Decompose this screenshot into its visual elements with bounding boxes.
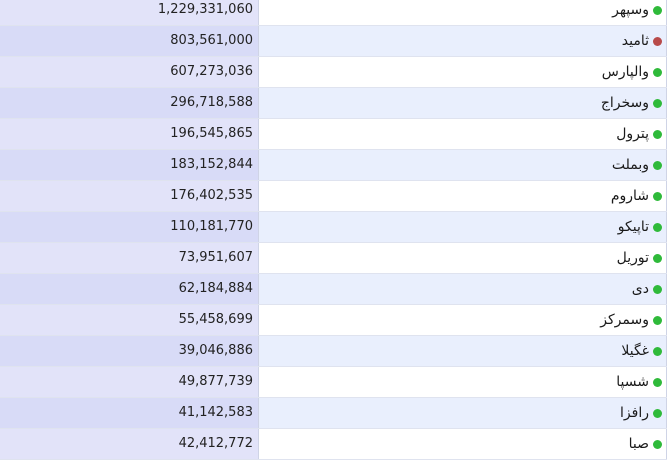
status-dot-icon	[653, 5, 662, 15]
status-dot-icon	[653, 346, 662, 356]
symbol-cell[interactable]: رافزا	[258, 398, 667, 428]
table-row[interactable]: 41,142,583 رافزا	[0, 398, 667, 429]
status-dot-icon	[653, 377, 662, 387]
symbol-name[interactable]: دی	[632, 281, 649, 297]
symbol-name[interactable]: غگیلا	[621, 343, 649, 359]
table-row[interactable]: 73,951,607 توریل	[0, 243, 667, 274]
symbol-name[interactable]: تاپیکو	[618, 219, 649, 235]
status-dot-icon	[653, 160, 662, 170]
status-dot-icon	[653, 284, 662, 294]
status-dot-icon	[653, 191, 662, 201]
status-dot-icon	[653, 439, 662, 449]
symbol-cell[interactable]: غگیلا	[258, 336, 667, 366]
symbol-name[interactable]: والپارس	[602, 64, 649, 80]
value-cell: 39,046,886	[0, 336, 258, 366]
symbol-cell[interactable]: وبملت	[258, 150, 667, 180]
symbol-name[interactable]: وسخراج	[601, 95, 649, 111]
value-cell: 42,412,772	[0, 429, 258, 459]
status-dot-icon	[653, 98, 662, 108]
value-cell: 296,718,588	[0, 88, 258, 118]
status-dot-icon	[653, 222, 662, 232]
value-cell: 803,561,000	[0, 26, 258, 56]
symbol-cell[interactable]: پترول	[258, 119, 667, 149]
status-dot-icon	[653, 253, 662, 263]
value-cell: 73,951,607	[0, 243, 258, 273]
symbol-cell[interactable]: شاروم	[258, 181, 667, 211]
value-cell: 49,877,739	[0, 367, 258, 397]
value-cell: 176,402,535	[0, 181, 258, 211]
status-dot-icon	[653, 36, 662, 46]
table-row[interactable]: 55,458,699 وسمرکز	[0, 305, 667, 336]
symbol-cell[interactable]: وسپهر	[258, 0, 667, 25]
symbol-cell[interactable]: ثامید	[258, 26, 667, 56]
value-cell: 196,545,865	[0, 119, 258, 149]
symbol-name[interactable]: پترول	[616, 126, 649, 142]
table-row[interactable]: 607,273,036 والپارس	[0, 57, 667, 88]
symbol-name[interactable]: ثامید	[622, 33, 649, 49]
symbol-cell[interactable]: دی	[258, 274, 667, 304]
value-cell: 1,229,331,060	[0, 0, 258, 25]
table-row[interactable]: 110,181,770 تاپیکو	[0, 212, 667, 243]
status-dot-icon	[653, 315, 662, 325]
symbol-cell[interactable]: شسپا	[258, 367, 667, 397]
status-dot-icon	[653, 129, 662, 139]
symbol-cell[interactable]: والپارس	[258, 57, 667, 87]
value-cell: 607,273,036	[0, 57, 258, 87]
value-cell: 55,458,699	[0, 305, 258, 335]
table-row[interactable]: 39,046,886 غگیلا	[0, 336, 667, 367]
symbol-cell[interactable]: وسمرکز	[258, 305, 667, 335]
symbol-name[interactable]: شاروم	[611, 188, 649, 204]
symbol-cell[interactable]: توریل	[258, 243, 667, 273]
table-row[interactable]: 196,545,865 پترول	[0, 119, 667, 150]
symbol-cell[interactable]: صبا	[258, 429, 667, 459]
symbol-name[interactable]: توریل	[617, 250, 649, 266]
symbol-table: 1,229,331,060 وسپهر 803,561,000 ثامید 607,27…	[0, 0, 667, 460]
symbol-cell[interactable]: وسخراج	[258, 88, 667, 118]
symbol-name[interactable]: وسمرکز	[600, 312, 649, 328]
symbol-name[interactable]: رافزا	[620, 405, 649, 421]
table-row[interactable]: 42,412,772 صبا	[0, 429, 667, 460]
status-dot-icon	[653, 408, 662, 418]
table-row[interactable]: 803,561,000 ثامید	[0, 26, 667, 57]
value-cell: 62,184,884	[0, 274, 258, 304]
status-dot-icon	[653, 67, 662, 77]
symbol-name[interactable]: وسپهر	[612, 2, 649, 18]
symbol-name[interactable]: صبا	[629, 436, 649, 452]
symbol-name[interactable]: وبملت	[612, 157, 649, 173]
table-row[interactable]: 176,402,535 شاروم	[0, 181, 667, 212]
table-row[interactable]: 62,184,884 دی	[0, 274, 667, 305]
table-row[interactable]: 183,152,844 وبملت	[0, 150, 667, 181]
table-row[interactable]: 49,877,739 شسپا	[0, 367, 667, 398]
symbol-cell[interactable]: تاپیکو	[258, 212, 667, 242]
value-cell: 110,181,770	[0, 212, 258, 242]
value-cell: 41,142,583	[0, 398, 258, 428]
value-cell: 183,152,844	[0, 150, 258, 180]
table-row[interactable]: 1,229,331,060 وسپهر	[0, 0, 667, 26]
table-row[interactable]: 296,718,588 وسخراج	[0, 88, 667, 119]
symbol-name[interactable]: شسپا	[616, 374, 649, 390]
